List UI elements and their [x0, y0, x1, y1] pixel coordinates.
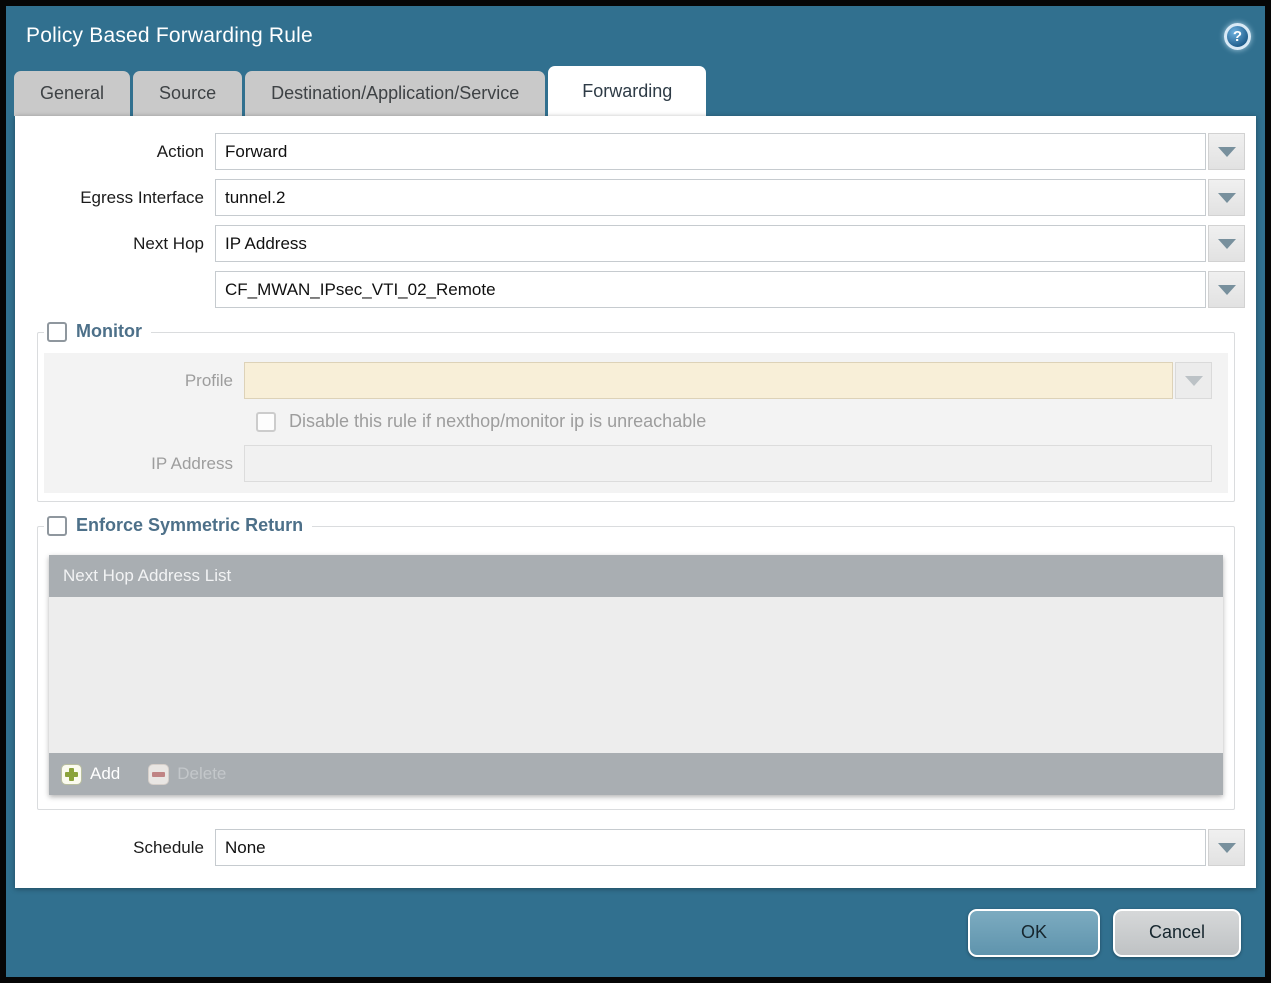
action-dropdown-button[interactable]	[1208, 133, 1245, 170]
schedule-input[interactable]	[215, 829, 1206, 866]
tab-destination-application-service[interactable]: Destination/Application/Service	[245, 71, 545, 116]
chevron-down-icon	[1218, 239, 1236, 249]
monitor-fieldset: Monitor Profile Disable this rule if nex…	[37, 332, 1235, 502]
action-label: Action	[15, 142, 215, 162]
add-button[interactable]: Add	[61, 764, 120, 785]
tab-general[interactable]: General	[14, 71, 130, 116]
dialog-title: Policy Based Forwarding Rule	[26, 24, 313, 48]
schedule-row: Schedule	[15, 829, 1245, 866]
policy-forwarding-dialog: Policy Based Forwarding Rule ? General S…	[0, 0, 1271, 983]
next-hop-address-list-toolbar: Add Delete	[49, 753, 1223, 795]
next-hop-address-row	[15, 271, 1245, 308]
monitor-ip-address-input	[244, 445, 1212, 482]
enforce-symmetric-return-fieldset: Enforce Symmetric Return Next Hop Addres…	[37, 526, 1235, 810]
next-hop-address-input[interactable]	[215, 271, 1206, 308]
monitor-profile-dropdown-button	[1175, 362, 1212, 399]
tab-forwarding[interactable]: Forwarding	[548, 66, 706, 116]
monitor-panel: Profile Disable this rule if nexthop/mon…	[44, 353, 1228, 493]
chevron-down-icon	[1185, 376, 1203, 386]
minus-icon	[148, 764, 169, 785]
enforce-symmetric-return-checkbox[interactable]	[47, 516, 67, 536]
next-hop-address-dropdown-button[interactable]	[1208, 271, 1245, 308]
chevron-down-icon	[1218, 147, 1236, 157]
tab-content-forwarding: Action Egress Interface Next Hop	[15, 116, 1256, 888]
next-hop-row: Next Hop	[15, 225, 1245, 262]
egress-interface-row: Egress Interface	[15, 179, 1245, 216]
schedule-label: Schedule	[15, 838, 215, 858]
chevron-down-icon	[1218, 193, 1236, 203]
monitor-legend-label: Monitor	[76, 321, 142, 342]
disable-rule-label: Disable this rule if nexthop/monitor ip …	[289, 411, 706, 432]
monitor-ip-address-label: IP Address	[44, 454, 244, 474]
next-hop-type-dropdown-button[interactable]	[1208, 225, 1245, 262]
add-button-label: Add	[90, 764, 120, 784]
monitor-legend: Monitor	[44, 321, 151, 342]
enforce-symmetric-return-legend-label: Enforce Symmetric Return	[76, 515, 303, 536]
dialog-footer: OK Cancel	[6, 888, 1265, 977]
egress-interface-label: Egress Interface	[15, 188, 215, 208]
ok-button[interactable]: OK	[968, 909, 1100, 957]
schedule-dropdown-button[interactable]	[1208, 829, 1245, 866]
help-icon[interactable]: ?	[1224, 23, 1251, 50]
next-hop-type-input[interactable]	[215, 225, 1206, 262]
monitor-checkbox[interactable]	[47, 322, 67, 342]
cancel-button[interactable]: Cancel	[1113, 909, 1241, 957]
next-hop-label: Next Hop	[15, 234, 215, 254]
plus-icon	[61, 764, 82, 785]
next-hop-address-list-header: Next Hop Address List	[49, 555, 1223, 597]
monitor-profile-label: Profile	[44, 371, 244, 391]
egress-interface-input[interactable]	[215, 179, 1206, 216]
next-hop-address-list-table: Next Hop Address List Add Delete	[49, 555, 1223, 795]
tab-source[interactable]: Source	[133, 71, 242, 116]
monitor-disable-rule-row: Disable this rule if nexthop/monitor ip …	[256, 411, 1212, 432]
egress-interface-dropdown-button[interactable]	[1208, 179, 1245, 216]
action-input[interactable]	[215, 133, 1206, 170]
chevron-down-icon	[1218, 843, 1236, 853]
monitor-profile-row: Profile	[44, 362, 1212, 399]
next-hop-address-list-body[interactable]	[49, 597, 1223, 753]
delete-button-label: Delete	[177, 764, 226, 784]
chevron-down-icon	[1218, 285, 1236, 295]
disable-rule-checkbox	[256, 412, 276, 432]
action-row: Action	[15, 133, 1245, 170]
monitor-ip-address-row: IP Address	[44, 445, 1212, 482]
dialog-titlebar: Policy Based Forwarding Rule ?	[6, 6, 1265, 66]
tab-bar: General Source Destination/Application/S…	[6, 66, 1265, 116]
delete-button: Delete	[148, 764, 226, 785]
monitor-profile-input	[244, 362, 1173, 399]
enforce-symmetric-return-legend: Enforce Symmetric Return	[44, 515, 312, 536]
